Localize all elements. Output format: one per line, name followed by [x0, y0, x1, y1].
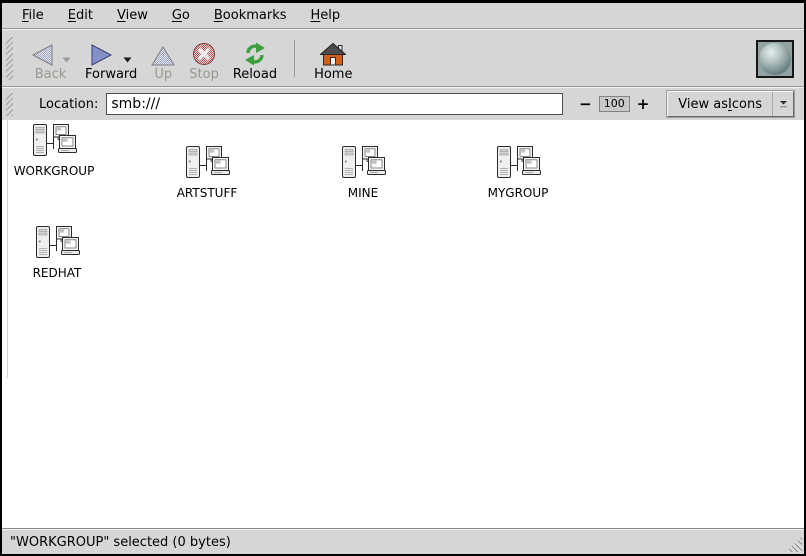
stop-icon: [192, 42, 216, 66]
toolbar-separator: [294, 40, 295, 77]
history-chevron-icon[interactable]: [62, 57, 71, 63]
item-label: ARTSTUFF: [177, 186, 238, 200]
home-button[interactable]: Home: [307, 34, 359, 83]
menu-edit[interactable]: Edit: [56, 4, 105, 27]
toolbar: Back Forward Up Stop: [2, 29, 804, 87]
menu-bookmarks[interactable]: Bookmarks: [202, 4, 299, 27]
stop-button[interactable]: Stop: [182, 34, 226, 83]
status-text: "WORKGROUP" selected (0 bytes): [10, 535, 231, 550]
smb-workgroup-icon: [339, 142, 387, 180]
resize-grip-icon[interactable]: [786, 536, 802, 552]
view-as-dropdown[interactable]: View as Icons: [667, 91, 794, 117]
smb-workgroup-icon: [30, 120, 78, 158]
menu-view[interactable]: View: [105, 4, 160, 27]
item-label: MINE: [348, 186, 378, 200]
file-manager-window: File Edit View Go Bookmarks Help Back Fo…: [0, 0, 806, 556]
location-label: Location:: [39, 97, 98, 112]
menu-bar: File Edit View Go Bookmarks Help: [2, 3, 804, 29]
workgroup-item-workgroup[interactable]: WORKGROUP: [2, 120, 106, 178]
item-label: WORKGROUP: [14, 164, 95, 178]
view-as-label: View as Icons: [668, 92, 772, 116]
up-arrow-icon: [151, 46, 175, 66]
workgroup-item-artstuff[interactable]: ARTSTUFF: [155, 142, 259, 200]
status-bar: "WORKGROUP" selected (0 bytes): [2, 529, 804, 554]
item-label: REDHAT: [33, 266, 82, 280]
back-button[interactable]: Back: [23, 34, 78, 83]
zoom-out-button[interactable]: −: [575, 95, 596, 113]
forward-arrow-icon: [91, 44, 114, 66]
back-arrow-icon: [30, 44, 53, 66]
smb-workgroup-icon: [33, 222, 81, 260]
reload-button[interactable]: Reload: [226, 34, 284, 83]
smb-workgroup-icon: [183, 142, 231, 180]
workgroup-item-mine[interactable]: MINE: [311, 142, 415, 200]
reload-icon: [242, 42, 268, 66]
home-icon: [320, 43, 346, 66]
menu-file[interactable]: File: [10, 4, 56, 27]
workgroup-item-mygroup[interactable]: MYGROUP: [466, 142, 570, 200]
location-input[interactable]: [106, 93, 563, 115]
location-bar: Location: − 100 + View as Icons: [2, 87, 804, 120]
icon-view[interactable]: ARTSTUFF MINE MYGROUP REDHAT WORKGROUP: [2, 120, 804, 529]
item-label: MYGROUP: [488, 186, 549, 200]
view-as-arrow-icon: [772, 92, 793, 116]
toolbar-grip-icon[interactable]: [6, 93, 13, 116]
forward-button[interactable]: Forward: [78, 34, 144, 83]
history-chevron-icon[interactable]: [123, 57, 132, 63]
workgroup-item-redhat[interactable]: REDHAT: [5, 222, 109, 280]
throbber-icon: [759, 43, 791, 75]
toolbar-grip-icon[interactable]: [6, 37, 13, 80]
up-button[interactable]: Up: [144, 34, 182, 83]
throbber[interactable]: [756, 40, 794, 78]
menu-help[interactable]: Help: [299, 4, 353, 27]
menu-go[interactable]: Go: [160, 4, 202, 27]
zoom-in-button[interactable]: +: [633, 95, 654, 113]
zoom-level-indicator[interactable]: 100: [599, 96, 630, 112]
smb-workgroup-icon: [494, 142, 542, 180]
